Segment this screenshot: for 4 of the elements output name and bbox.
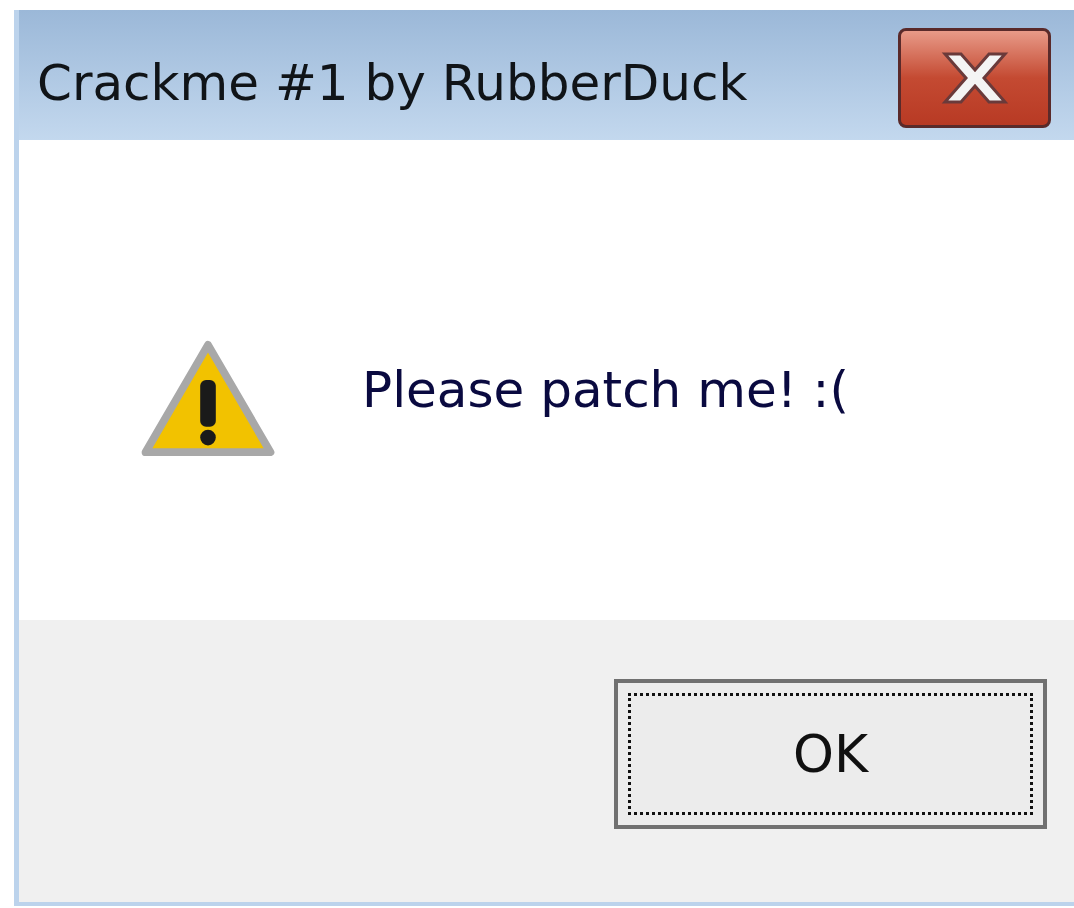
- window-title: Crackme #1 by RubberDuck: [37, 54, 748, 112]
- close-button[interactable]: [898, 28, 1051, 128]
- ok-button[interactable]: OK: [614, 679, 1047, 829]
- message-text: Please patch me! :(: [362, 361, 849, 419]
